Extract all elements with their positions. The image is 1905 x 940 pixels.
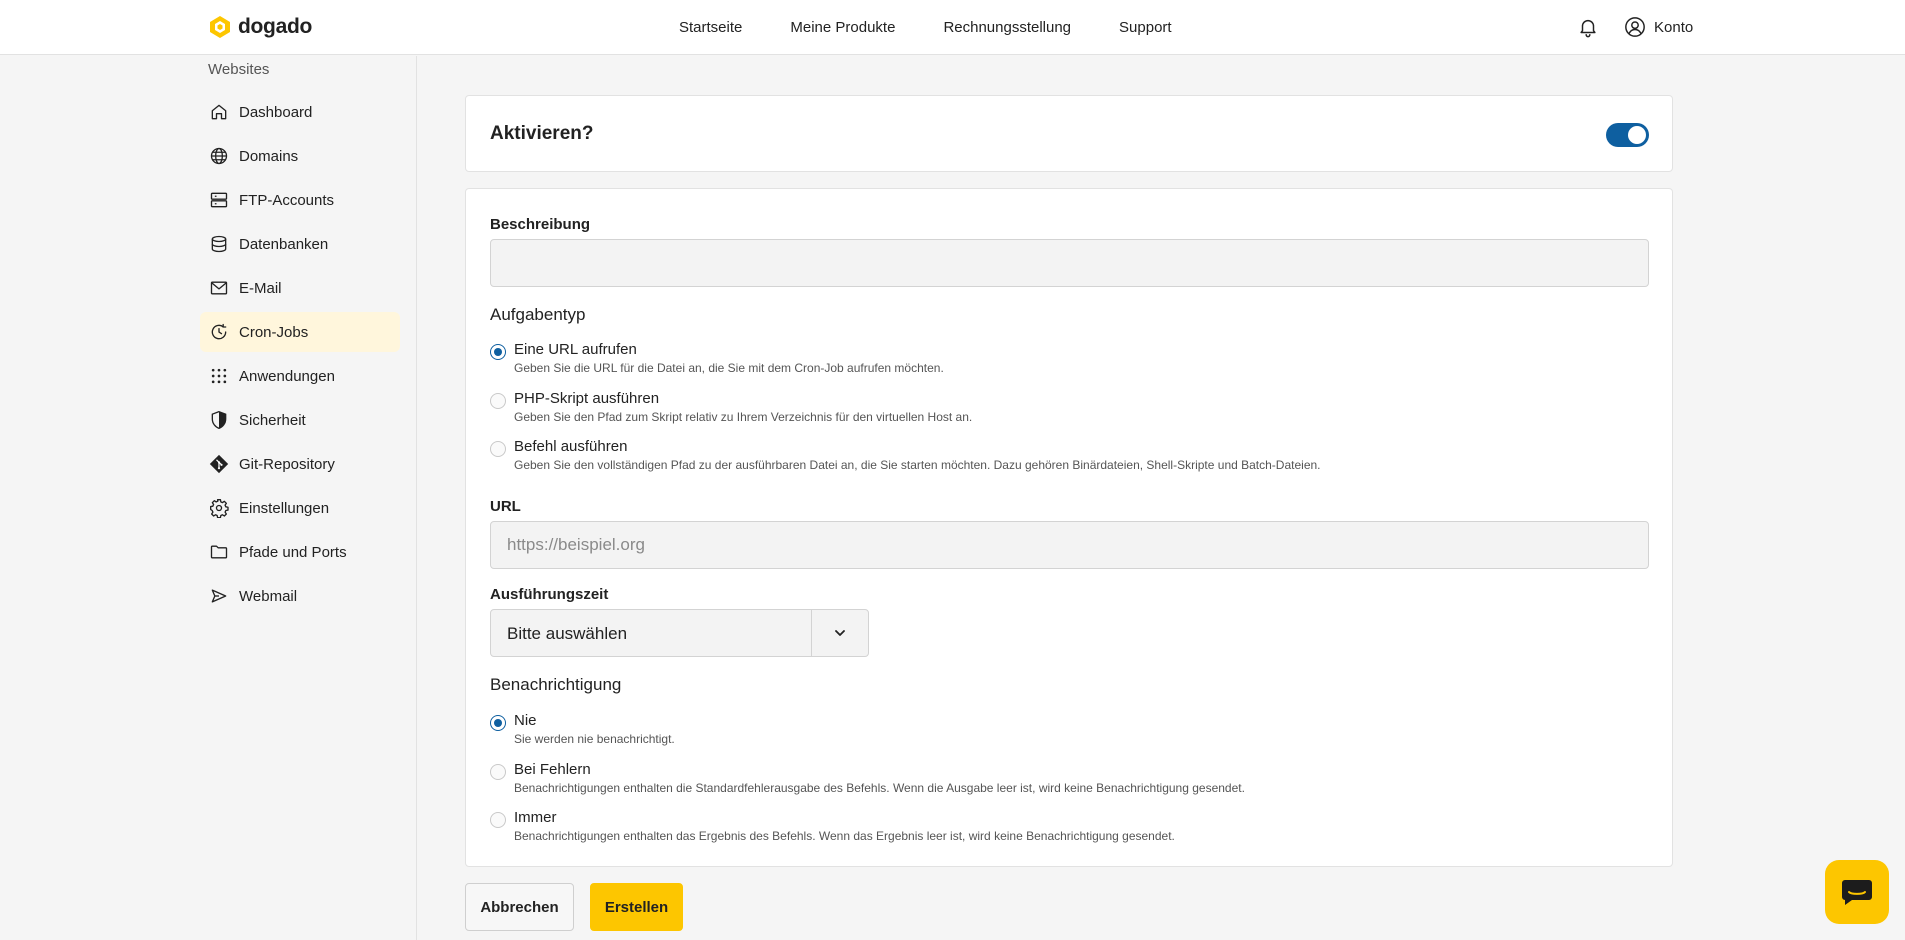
user-circle-icon (1625, 17, 1645, 37)
chevron-down-icon (835, 630, 845, 636)
radio-never[interactable] (490, 715, 506, 731)
bell-icon[interactable] (1577, 16, 1599, 38)
task-type-title: Aufgabentyp (490, 305, 586, 324)
radio-on-error[interactable] (490, 764, 506, 780)
sidebar-item-domains[interactable]: Domains (200, 136, 400, 176)
globe-icon (210, 147, 228, 165)
git-icon (209, 454, 229, 474)
exec-time-selected: Bitte auswählen (507, 624, 628, 643)
sidebar-item-label: Pfade und Ports (239, 543, 347, 561)
sidebar-item-anwendungen[interactable]: Anwendungen (200, 356, 400, 396)
notification-option-on-error[interactable]: Bei Fehlern Benachrichtigungen enthalten… (490, 761, 1640, 801)
task-type-option-command[interactable]: Befehl ausführen Geben Sie den vollständ… (490, 438, 1640, 478)
sidebar-item-dashboard[interactable]: Dashboard (200, 92, 400, 132)
sidebar-item-label: FTP-Accounts (239, 191, 335, 209)
dogado-logo[interactable]: dogado (208, 15, 312, 39)
gear-icon (210, 499, 229, 518)
sidebar-item-datenbanken[interactable]: Datenbanken (200, 224, 400, 264)
create-button[interactable]: Erstellen (590, 883, 683, 931)
radio-php[interactable] (490, 393, 506, 409)
notification-option-never[interactable]: Nie Sie werden nie benachrichtigt. (490, 712, 1640, 752)
radio-description: Sie werden nie benachrichtigt. (514, 732, 675, 746)
exec-time-label: Ausführungszeit (490, 586, 609, 603)
notification-option-always[interactable]: Immer Benachrichtigungen enthalten das E… (490, 809, 1640, 849)
sidebar: Websites Dashboard Domains FTP-Accounts … (0, 56, 417, 940)
radio-always[interactable] (490, 812, 506, 828)
sidebar-item-pfade-und-ports[interactable]: Pfade und Ports (200, 532, 400, 572)
radio-description: Benachrichtigungen enthalten das Ergebni… (514, 829, 1175, 843)
sidebar-item-e-mail[interactable]: E-Mail (200, 268, 400, 308)
sidebar-item-label: Git-Repository (239, 455, 335, 473)
radio-url[interactable] (490, 344, 506, 360)
exec-time-select[interactable]: Bitte auswählen (490, 609, 869, 657)
activate-toggle[interactable] (1606, 123, 1649, 147)
nav-item-rechnungsstellung[interactable]: Rechnungsstellung (943, 19, 1071, 36)
top-navigation-bar: dogado Startseite Meine Produkte Rechnun… (0, 0, 1905, 55)
mail-icon (210, 281, 228, 295)
account-menu[interactable]: Konto (1624, 16, 1693, 38)
radio-label: Bei Fehlern (514, 761, 591, 778)
url-label: URL (490, 498, 521, 515)
nav-item-meine-produkte[interactable]: Meine Produkte (790, 19, 895, 36)
sidebar-item-sicherheit[interactable]: Sicherheit (200, 400, 400, 440)
sidebar-heading: Websites (208, 61, 270, 78)
radio-description: Geben Sie den vollständigen Pfad zu der … (514, 458, 1321, 472)
radio-description: Geben Sie den Pfad zum Skript relativ zu… (514, 410, 973, 424)
cron-clock-icon (211, 323, 227, 340)
task-type-option-url[interactable]: Eine URL aufrufen Geben Sie die URL für … (490, 341, 1640, 381)
nav-item-support[interactable]: Support (1119, 19, 1172, 36)
grid-icon (211, 368, 227, 384)
sidebar-item-label: Einstellungen (239, 499, 330, 517)
cancel-button[interactable]: Abbrechen (465, 883, 574, 931)
sidebar-item-label: Dashboard (239, 103, 313, 121)
sidebar-item-label: Sicherheit (239, 411, 306, 429)
description-input[interactable] (490, 239, 1649, 287)
shield-icon (211, 410, 227, 430)
sidebar-item-git-repository[interactable]: Git-Repository (200, 444, 400, 484)
sidebar-item-cron-jobs[interactable]: Cron-Jobs (200, 312, 400, 352)
select-toggle[interactable] (811, 610, 868, 656)
help-chat-button[interactable] (1825, 860, 1889, 924)
radio-description: Benachrichtigungen enthalten die Standar… (514, 781, 1245, 795)
nav-item-startseite[interactable]: Startseite (679, 19, 742, 36)
sidebar-item-label: Webmail (239, 587, 298, 605)
activate-label: Aktivieren? (490, 123, 594, 144)
dogado-logo-icon (210, 16, 230, 38)
radio-label: PHP-Skript ausführen (514, 390, 660, 407)
toggle-knob (1628, 126, 1646, 144)
logo-text: dogado (238, 15, 313, 38)
radio-command[interactable] (490, 441, 506, 457)
task-type-option-php[interactable]: PHP-Skript ausführen Geben Sie den Pfad … (490, 390, 1640, 430)
sidebar-item-label: E-Mail (239, 279, 282, 297)
radio-label: Eine URL aufrufen (514, 341, 637, 358)
radio-label: Nie (514, 712, 537, 729)
chat-icon (1842, 880, 1872, 905)
sidebar-item-label: Domains (239, 147, 299, 165)
sidebar-item-label: Anwendungen (239, 367, 335, 385)
server-icon (210, 192, 228, 208)
radio-label: Immer (514, 809, 557, 826)
account-label: Konto (1654, 18, 1694, 36)
home-icon (211, 104, 227, 120)
sidebar-item-label: Datenbanken (239, 235, 329, 253)
sidebar-item-webmail[interactable]: Webmail (200, 576, 400, 616)
folder-icon (210, 545, 228, 559)
radio-description: Geben Sie die URL für die Datei an, die … (514, 361, 944, 375)
notification-title: Benachrichtigung (490, 675, 622, 694)
cron-job-form: Beschreibung Aufgabentyp Eine URL aufruf… (465, 188, 1673, 867)
sidebar-menu: Dashboard Domains FTP-Accounts Datenbank… (200, 92, 400, 620)
main-nav: Startseite Meine Produkte Rechnungsstell… (679, 0, 1172, 55)
database-icon (211, 235, 227, 253)
url-input[interactable] (490, 521, 1649, 569)
description-label: Beschreibung (490, 216, 591, 233)
radio-label: Befehl ausführen (514, 438, 628, 455)
sidebar-item-einstellungen[interactable]: Einstellungen (200, 488, 400, 528)
send-icon (211, 589, 227, 603)
activate-card: Aktivieren? (465, 95, 1673, 172)
sidebar-item-label: Cron-Jobs (239, 323, 309, 341)
sidebar-item-ftp-accounts[interactable]: FTP-Accounts (200, 180, 400, 220)
